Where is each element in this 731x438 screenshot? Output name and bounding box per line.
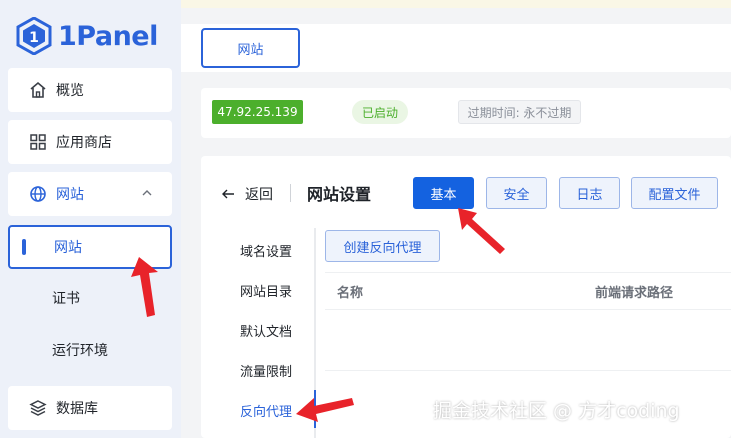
active-indicator <box>22 239 26 255</box>
table-empty-divider <box>325 370 731 371</box>
annotation-arrow-icon <box>296 398 354 422</box>
sidebar-item-label: 网站 <box>56 187 84 203</box>
svg-text:1: 1 <box>29 30 39 46</box>
back-button[interactable]: 返回 <box>221 184 273 204</box>
expire-badge: 过期时间: 永不过期 <box>458 100 581 124</box>
sidebar-item-overview[interactable]: 概览 <box>8 68 172 112</box>
sidebar-item-app-store[interactable]: 应用商店 <box>8 120 172 164</box>
table-header: 名称 前端请求路径 <box>325 272 731 310</box>
arrow-left-icon <box>222 189 234 199</box>
tab-website[interactable]: 网站 <box>201 28 300 68</box>
menu-item-site-directory[interactable]: 网站目录 <box>240 281 292 300</box>
annotation-arrow-icon <box>458 208 505 254</box>
database-layers-icon <box>28 398 48 418</box>
brand-name: 1Panel <box>58 20 158 52</box>
site-info-bar: 47.92.25.139 已启动 过期时间: 永不过期 <box>201 88 731 138</box>
chevron-up-icon <box>142 190 152 196</box>
logo-hex-icon: 1 <box>16 17 52 55</box>
page-title: 网站设置 <box>307 185 372 204</box>
menu-item-traffic-limit[interactable]: 流量限制 <box>240 361 292 380</box>
column-header-name[interactable]: 名称 <box>337 282 363 301</box>
sidebar-subitem-label: 运行环境 <box>52 343 108 359</box>
tab-config-file-button[interactable]: 配置文件 <box>631 177 718 209</box>
globe-icon <box>28 184 48 204</box>
divider <box>290 184 291 202</box>
watermark: 掘金技术社区 @ 方才coding <box>433 400 680 422</box>
sidebar-item-label: 应用商店 <box>56 135 112 151</box>
create-reverse-proxy-button[interactable]: 创建反向代理 <box>325 230 440 262</box>
app-grid-icon <box>28 132 48 152</box>
back-label: 返回 <box>245 187 273 203</box>
sidebar-group-website[interactable]: 网站 <box>8 172 172 216</box>
sidebar-item-label: 概览 <box>56 83 84 99</box>
sidebar-subitem-label: 网站 <box>54 240 82 256</box>
logo: 1 1Panel <box>16 16 158 56</box>
sidebar-item-label: 数据库 <box>56 401 98 417</box>
ip-badge: 47.92.25.139 <box>212 100 303 124</box>
status-badge: 已启动 <box>352 100 408 124</box>
top-notice-strip <box>181 0 731 8</box>
tab-bar: 网站 <box>181 24 731 72</box>
tab-log-button[interactable]: 日志 <box>559 177 620 209</box>
sidebar-subitem-label: 证书 <box>52 291 80 307</box>
column-header-frontend-path[interactable]: 前端请求路径 <box>595 282 673 301</box>
menu-item-domain[interactable]: 域名设置 <box>240 241 292 260</box>
sidebar: 1 1Panel 概览 应用商店 网站 网站 证书 运行环境 数据库 <box>0 0 181 438</box>
sidebar-item-database[interactable]: 数据库 <box>8 386 172 430</box>
menu-item-default-document[interactable]: 默认文档 <box>240 321 292 340</box>
home-icon <box>28 80 48 100</box>
menu-item-reverse-proxy[interactable]: 反向代理 <box>240 401 292 420</box>
annotation-arrow-icon <box>131 257 158 317</box>
sidebar-subitem-runtime[interactable]: 运行环境 <box>8 328 172 372</box>
